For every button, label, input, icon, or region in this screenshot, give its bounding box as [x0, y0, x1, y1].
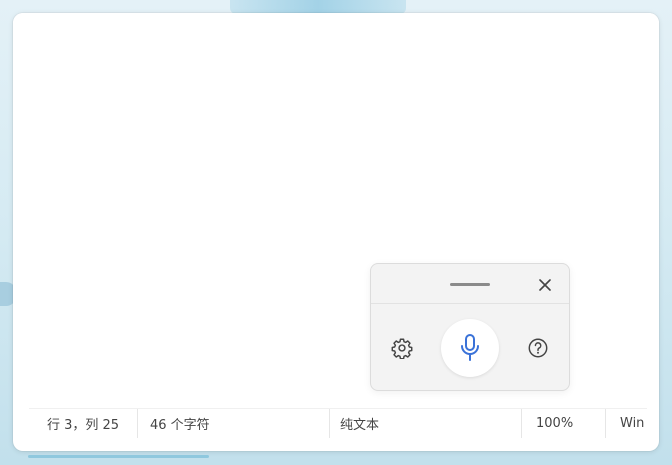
help-button[interactable]: [525, 335, 551, 361]
settings-button[interactable]: [389, 335, 415, 361]
gear-icon: [391, 338, 413, 359]
status-cursor-position: 行 3，列 25: [29, 409, 137, 438]
voice-typing-panel: [370, 263, 570, 391]
status-line-ending[interactable]: Win: [605, 409, 647, 438]
char-count-text: 46 个字符: [150, 418, 210, 433]
status-bar: 行 3，列 25 46 个字符 纯文本 100% Win: [29, 408, 647, 438]
microphone-icon: [461, 334, 479, 361]
cursor-position-text: 行 3，列 25: [47, 418, 120, 433]
status-zoom[interactable]: 100%: [521, 409, 605, 438]
help-icon: [528, 338, 548, 358]
drag-handle[interactable]: [450, 283, 490, 286]
close-icon: [539, 279, 551, 291]
taskbar-accent: [28, 455, 209, 458]
background-glow: [230, 0, 406, 14]
format-text: 纯文本: [340, 418, 380, 433]
status-char-count: 46 个字符: [137, 409, 329, 438]
microphone-button[interactable]: [441, 319, 499, 377]
zoom-text: 100%: [536, 416, 574, 431]
voice-panel-titlebar[interactable]: [371, 264, 569, 304]
close-button[interactable]: [534, 274, 556, 296]
status-format: 纯文本: [329, 409, 521, 438]
line-ending-text: Win: [620, 416, 645, 431]
